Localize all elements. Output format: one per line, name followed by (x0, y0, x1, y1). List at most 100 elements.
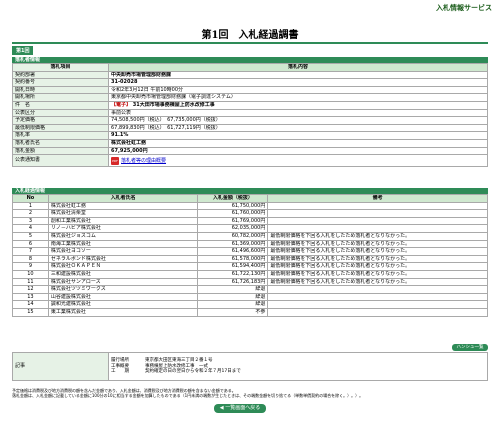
row-label: 公表通知書 (12, 154, 109, 168)
table-row: 8 ゼネラルボンド株式会社 61,578,000円 最低制限価格を下回る入札をしたため… (12, 254, 488, 264)
round-tab: 第1回 (12, 46, 34, 55)
bid-no: 8 (12, 254, 49, 264)
bid-no: 6 (12, 239, 49, 249)
bid-no: 3 (12, 216, 49, 226)
row-label: 予定価格 (12, 116, 109, 125)
bid-remarks: 最低制限価格を下回る入札をしたため落札者となりなかった。 (267, 231, 488, 241)
bidder-name: ゼネラルボンド株式会社 (47, 254, 199, 264)
bid-amount: 辞退 (197, 292, 269, 302)
table-row: 6 南海工業株式会社 61,369,000円 最低制限価格を下回る入札をしたため落札者… (12, 239, 488, 249)
table-row: 5 株式会社ジョスコム 60,782,000円 最低制限価格を下回る入札をしたため落札… (12, 231, 488, 241)
winner-info-table: 落札項目 落札内容 契約部署 中央卸売市場管理部財務課 契約番号 31-0202… (12, 63, 488, 168)
bid-amount: 61,726,183円 (197, 277, 269, 287)
bid-remarks: 最低制限価格を下回る入札をしたため落札者となりなかった。 (267, 239, 488, 249)
bid-amount: 60,782,000円 (197, 231, 269, 241)
table-row: 14 誠和光建株式会社 辞退 (12, 300, 488, 309)
table-row: 落札金額 67,925,000円 (12, 146, 488, 156)
row-value: 【電子】 31大田市場事務棟屋上防水改修工事 (108, 100, 488, 110)
row-value: 67,899,830円（税込） 61,727,119円（税抜） (108, 123, 488, 133)
bidder-name: 株式会社ジョスコム (47, 231, 199, 241)
bid-amount: 辞退 (197, 285, 269, 294)
bidder-name: 株式会社ツツミワークス (47, 285, 199, 294)
bidder-name: リノ－ハビア株式会社 (47, 224, 199, 233)
col-header-no: No (12, 194, 49, 203)
row-value: 31-02028 (108, 78, 488, 87)
bidder-name: 株式会社サンアロース (47, 277, 199, 287)
table-row: 開札場所 東京都中央卸売市場管理部財務課（電子調達システム） (12, 93, 488, 102)
note-line: 工 期 契約確定の日の翌日から令和２年７月17日まで (111, 369, 485, 374)
notes-label: 記事 (12, 352, 109, 381)
bidder-name: 株式会社清栗堂 (47, 209, 199, 218)
notice-link[interactable]: 落札者等の理由概要 (121, 158, 166, 164)
bid-remarks: 最低制限価格を下回る入札をしたため落札者となりなかった。 (267, 254, 488, 264)
table-row: 開札日時 令和2年3月12日 午前10時00分 (12, 85, 488, 95)
bid-amount: 辞退 (197, 300, 269, 309)
row-label: 落札率 (12, 131, 109, 140)
col-header-item: 落札項目 (12, 63, 109, 72)
bid-amount: 不参 (197, 307, 269, 317)
back-to-list-button[interactable]: ◀ 一覧画面へ戻る (214, 404, 266, 413)
paper-list-button[interactable]: ハンシュ一覧 (452, 344, 488, 351)
table-row: 公表通知書 PDF 落札者等の理由概要 (12, 154, 488, 168)
bid-remarks (267, 300, 488, 309)
table-row: 落札者氏名 株式会社虹工務 (12, 138, 488, 148)
table-row: 4 リノ－ハビア株式会社 62,035,000円 (12, 224, 488, 233)
bid-amount: 61,594,400円 (197, 262, 269, 271)
row-label: 開札場所 (12, 93, 109, 102)
bid-remarks (267, 224, 488, 233)
bidder-name: 株式会社虹工務 (47, 201, 199, 211)
electronic-tag: 【電子】 (111, 101, 132, 108)
bid-remarks (267, 209, 488, 218)
table-header-row: 落札項目 落札内容 (12, 63, 488, 72)
table-row: 12 株式会社ツツミワークス 辞退 (12, 285, 488, 294)
table-row: 最低制限価格 67,899,830円（税込） 61,727,119円（税抜） (12, 123, 488, 133)
row-value: 事前公表 (108, 108, 488, 118)
bid-remarks (267, 216, 488, 226)
subject-text: 31大田市場事務棟屋上防水改修工事 (132, 101, 215, 108)
bid-remarks (267, 292, 488, 302)
row-value: PDF 落札者等の理由概要 (108, 154, 488, 168)
row-label: 契約部署 (12, 70, 109, 80)
bid-history-table: No 入札者氏名 入札金額（税抜） 備考 1 株式会社虹工務 61,750,000円… (12, 194, 488, 317)
bidder-name: 創和工業株式会社 (47, 216, 199, 226)
bid-amount: 61,369,000円 (197, 239, 269, 249)
pdf-icon[interactable]: PDF (111, 156, 119, 165)
col-header-bidder: 入札者氏名 (47, 194, 199, 203)
row-label: 公表区分 (12, 108, 109, 118)
row-value: 中央卸売市場管理部財務課 (108, 70, 488, 80)
table-row: 15 東工業株式会社 不参 (12, 307, 488, 317)
row-value: 91.1% (108, 131, 488, 140)
bid-remarks: 最低制限価格を下回る入札をしたため落札者となりなかった。 (267, 262, 488, 271)
page-title: 第1回 入札経過調書 (201, 30, 299, 41)
bid-no: 1 (12, 201, 49, 211)
note-value: 契約確定の日の翌日から令和２年７月17日まで (145, 369, 241, 375)
bid-no: 5 (12, 231, 49, 241)
notes-row: 記事 履行場所 東京都大田区東海三丁目２番１号 工事概要 事務棟屋上防水改修工事 一… (12, 352, 488, 381)
bid-amount: 61,760,000円 (197, 209, 269, 218)
row-label: 落札者氏名 (12, 138, 109, 148)
table-row: 7 株式会社ヨコソー 61,496,600円 最低制限価格を下回る入札をしたため落札者… (12, 247, 488, 256)
table-row: 3 創和工業株式会社 61,769,000円 (12, 216, 488, 226)
bid-no: 12 (12, 285, 49, 294)
table-row: 9 株式会社ＯＫＡＰＥＮ 61,594,400円 最低制限価格を下回る入札をしたため落… (12, 262, 488, 271)
table-row: 予定価格 74,508,500円（税込） 67,735,000円（税抜） (12, 116, 488, 125)
note-key: 工 期 (111, 369, 129, 375)
row-label: 件 名 (12, 100, 109, 110)
bid-no: 10 (12, 269, 49, 279)
bid-no: 2 (12, 209, 49, 218)
bid-remarks (267, 307, 488, 317)
table-row: 契約部署 中央卸売市場管理部財務課 (12, 70, 488, 80)
bid-no: 14 (12, 300, 49, 309)
row-value: 74,508,500円（税込） 67,735,000円（税抜） (108, 116, 488, 125)
bid-amount: 62,035,000円 (197, 224, 269, 233)
bid-rows: 1 株式会社虹工務 61,750,000円 2 株式会社清栗堂 61,760,000円 3 創… (12, 201, 488, 317)
bid-remarks: 最低制限価格を下回る入札をしたため落札者となりなかった。 (267, 247, 488, 256)
title-divider (12, 42, 488, 44)
row-label: 契約番号 (12, 78, 109, 87)
bid-no: 4 (12, 224, 49, 233)
bid-remarks: 最低制限価格を下回る入札をしたため落札者となりなかった。 (267, 277, 488, 287)
bidder-name: 株式会社ヨコソー (47, 247, 199, 256)
table-row: 2 株式会社清栗堂 61,760,000円 (12, 209, 488, 218)
bid-no: 7 (12, 247, 49, 256)
service-title: 入札情報サービス (436, 4, 492, 12)
